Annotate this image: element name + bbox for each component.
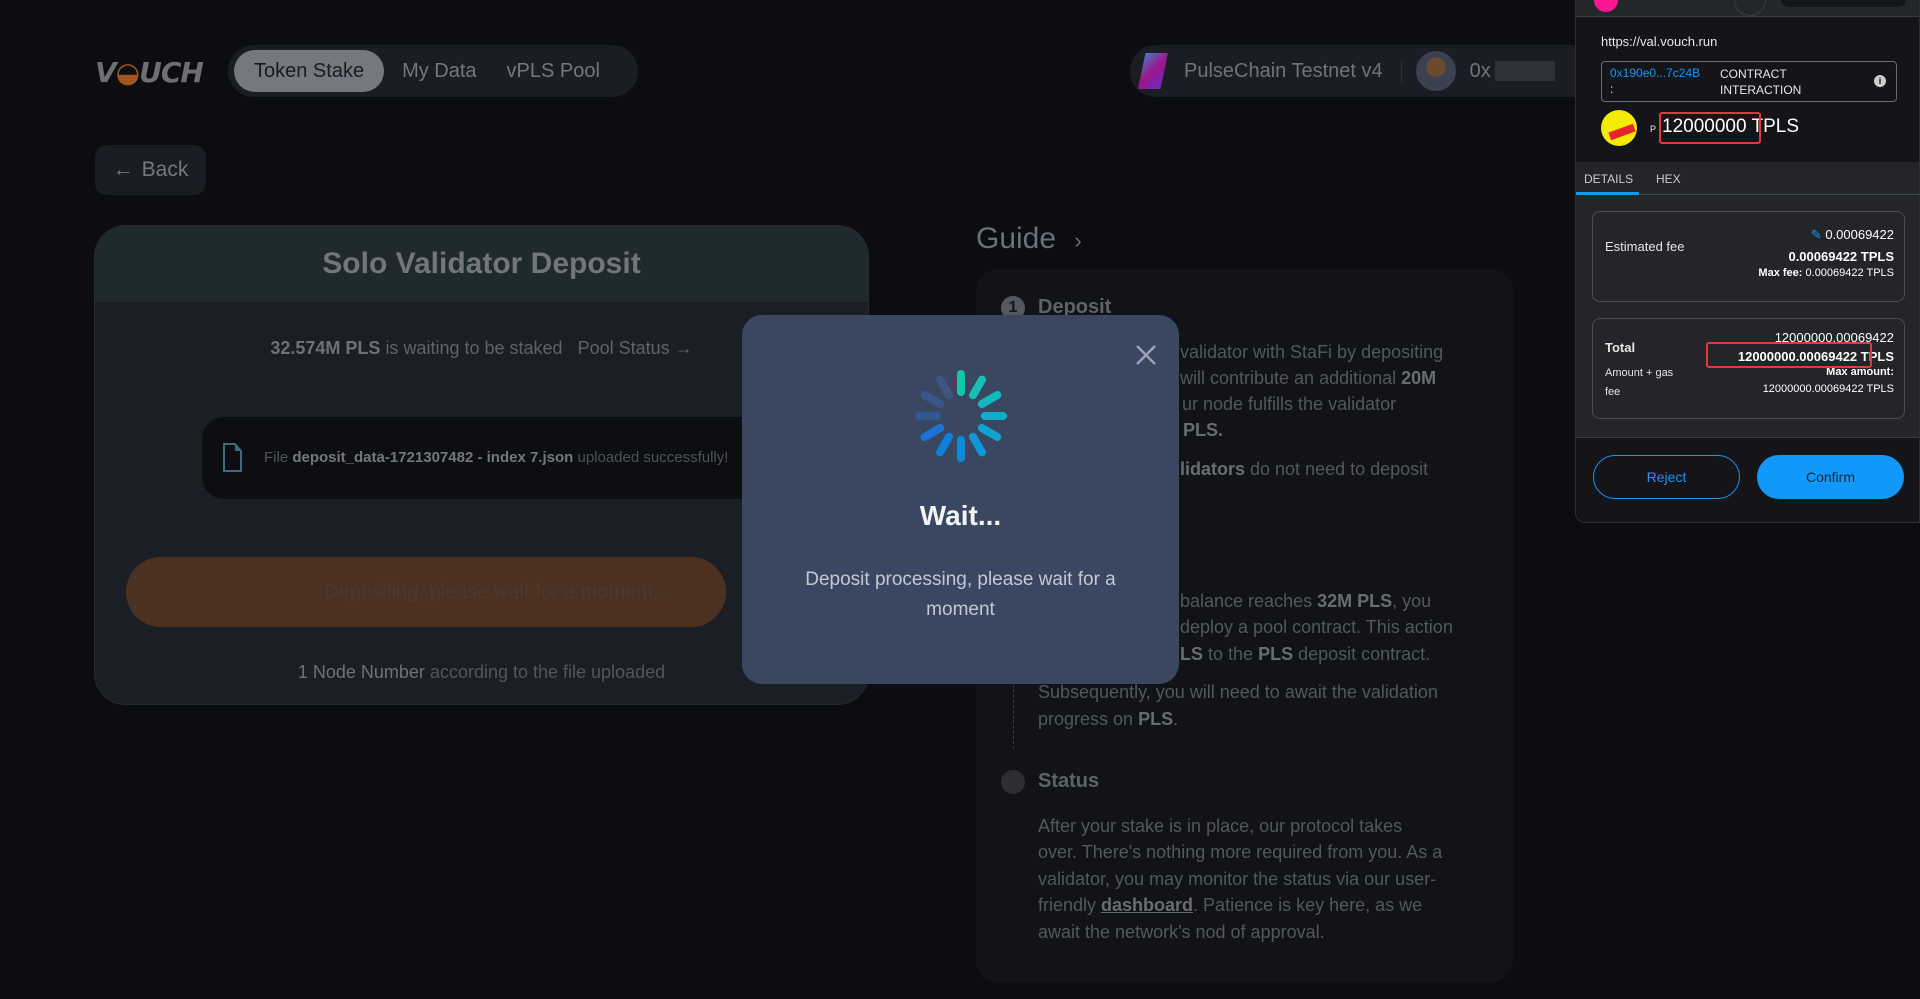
- spinner-segment: [977, 391, 1002, 408]
- network-account-pill: PulseChain Testnet v4 0x: [1130, 45, 1590, 97]
- pulsechain-icon: [1138, 53, 1168, 89]
- card-title: Solo Validator Deposit: [95, 226, 868, 302]
- account-selector[interactable]: [1781, 0, 1906, 7]
- step-number: 3: [1001, 770, 1025, 794]
- spinner-segment: [936, 432, 953, 457]
- close-icon[interactable]: [1134, 343, 1158, 367]
- account-address[interactable]: 0x: [1470, 60, 1491, 83]
- spinner-segment: [977, 424, 1002, 441]
- avatar[interactable]: [1415, 51, 1456, 91]
- confirm-button[interactable]: Confirm: [1757, 455, 1904, 499]
- address-blur: [1494, 61, 1555, 81]
- contract-box: 0x190e0...7c24B : CONTRACT INTERACTION i: [1601, 61, 1897, 102]
- account-icon[interactable]: [1594, 0, 1618, 12]
- site-url: https://val.vouch.run: [1601, 34, 1718, 49]
- wallet-top-bar: [1576, 0, 1919, 17]
- token-icon: [1601, 110, 1637, 146]
- vouch-logo[interactable]: V◒UCH: [95, 56, 204, 89]
- chevron-right-icon: ›: [1074, 228, 1082, 253]
- arrow-left-icon: ←: [112, 158, 134, 181]
- contract-address[interactable]: 0x190e0...7c24B: [1610, 66, 1700, 80]
- step-title: Status: [1038, 770, 1100, 792]
- nav-vpls-pool[interactable]: vPLS Pool: [495, 60, 612, 83]
- total-box: Total Amount + gas fee 12000000.00069422…: [1592, 318, 1905, 419]
- pool-status-link[interactable]: Pool Status →: [578, 338, 693, 358]
- spinner-icon: [915, 370, 1007, 462]
- main-nav: Token Stake My Data vPLS Pool: [228, 45, 638, 97]
- spinner-segment: [936, 375, 953, 400]
- modal-title: Wait...: [919, 500, 1002, 531]
- guide-title[interactable]: Guide ›: [976, 222, 1082, 256]
- tabs: DETAILS HEX: [1576, 162, 1919, 195]
- spinner-segment: [969, 375, 986, 400]
- spinner-segment: [920, 391, 945, 408]
- wait-modal: Wait... Deposit processing, please wait …: [742, 315, 1179, 684]
- tab-details[interactable]: DETAILS: [1584, 172, 1633, 186]
- file-upload-status: File deposit_data-1721307482 - index 7.j…: [202, 417, 802, 499]
- tab-hex[interactable]: HEX: [1656, 172, 1681, 186]
- edit-fee-icon[interactable]: ✎: [1811, 227, 1822, 242]
- deposit-button[interactable]: Depositing, please wait for a moment...: [126, 557, 726, 627]
- fee-box: Estimated fee ✎ 0.00069422 0.00069422 TP…: [1592, 211, 1905, 302]
- network-selector[interactable]: PulseChain Testnet v4: [1184, 59, 1402, 83]
- arrow-right-icon: →: [674, 338, 693, 358]
- spinner-segment: [920, 424, 945, 441]
- nav-my-data[interactable]: My Data: [390, 60, 488, 83]
- highlight-box: [1659, 112, 1761, 144]
- file-icon: [223, 443, 242, 472]
- back-button[interactable]: ← Back: [95, 145, 206, 195]
- reject-button[interactable]: Reject: [1593, 455, 1740, 499]
- dashboard-link[interactable]: dashboard: [1101, 895, 1193, 915]
- nav-token-stake[interactable]: Token Stake: [234, 50, 385, 92]
- wallet-popup: https://val.vouch.run 0x190e0...7c24B : …: [1575, 0, 1920, 523]
- highlight-box: [1706, 342, 1872, 368]
- info-icon[interactable]: i: [1874, 75, 1886, 87]
- spinner-segment: [969, 432, 986, 457]
- modal-message: Deposit processing, please wait for a mo…: [805, 569, 1116, 620]
- edit-icon[interactable]: [1734, 0, 1766, 16]
